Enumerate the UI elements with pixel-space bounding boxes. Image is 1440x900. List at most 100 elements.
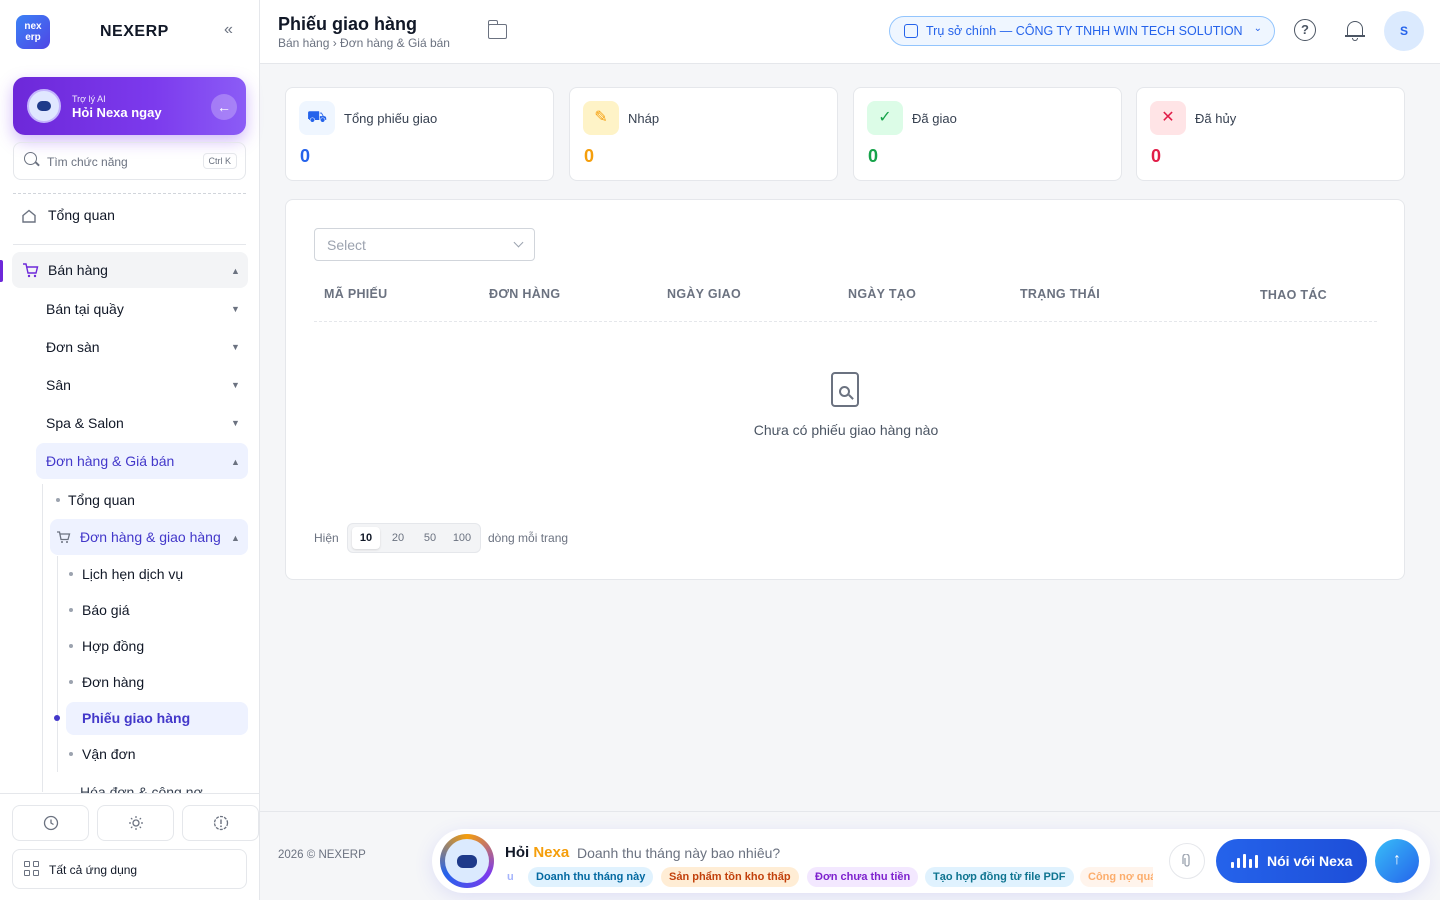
collapse-sidebar-icon[interactable]: « xyxy=(224,21,233,39)
sidebar-item-delivery-notes[interactable]: Phiếu giao hàng xyxy=(66,702,248,735)
suggestion-chip[interactable]: Đơn chưa thu tiền xyxy=(807,867,919,887)
alert-icon xyxy=(213,815,228,831)
check-circle-icon: ✓ xyxy=(867,101,903,135)
sidebar-item-label: Lịch hẹn dịch vụ xyxy=(82,566,184,582)
sidebar-item-label: Hóa đơn & công nợ xyxy=(80,784,203,793)
chevron-down-icon: ⌄ xyxy=(1253,23,1262,34)
chevron-down-icon xyxy=(513,237,524,248)
stat-label: Nháp xyxy=(628,111,660,126)
sidebar-item-appointments[interactable]: Lịch hẹn dịch vụ xyxy=(66,556,248,592)
suggestion-chip[interactable]: Doanh thu tháng này xyxy=(528,867,654,887)
footer: 2026 © NEXERP Hỏi Nexa Doanh thu tháng n… xyxy=(260,811,1440,900)
sidebar-item-sales[interactable]: Bán hàng ▲ xyxy=(12,252,248,288)
stat-card-draft: ✎ Nháp 0 xyxy=(569,87,838,181)
copyright: 2026 © NEXERP xyxy=(278,849,366,861)
bell-icon[interactable] xyxy=(1344,19,1366,41)
ask-nexa-title: Hỏi Nexa ngay xyxy=(72,105,162,120)
sidebar-item-label: Đơn hàng xyxy=(82,674,145,690)
all-apps-button[interactable]: Tất cả ứng dụng xyxy=(12,849,247,889)
suggestion-chips: u Doanh thu tháng này Sản phẩm tồn kho t… xyxy=(505,867,1153,887)
sidebar-item-orders[interactable]: Đơn hàng xyxy=(66,664,248,700)
sidebar-item-pos[interactable]: Bán tại quầy ▼ xyxy=(36,290,248,326)
sidebar-item-contracts[interactable]: Hợp đồng xyxy=(66,628,248,664)
truck-icon: ⛟ xyxy=(299,101,335,135)
nexa-robot-icon xyxy=(440,834,494,888)
brand-name: NEXERP xyxy=(100,23,169,40)
voice-nexa-button[interactable]: Nói với Nexa xyxy=(1216,839,1367,883)
nexerp-logo-icon[interactable]: nex erp xyxy=(16,15,50,49)
page-size-option[interactable]: 20 xyxy=(384,527,412,549)
sidebar-item-marketplace[interactable]: Đơn sàn ▼ xyxy=(36,328,248,364)
sidebar-item-label: Sân xyxy=(46,377,71,393)
page-size-selector: 10 20 50 100 xyxy=(347,523,481,553)
shortcut-badge: Ctrl K xyxy=(202,153,237,169)
sidebar-item-overview[interactable]: Tổng quan xyxy=(12,198,248,234)
status-filter-select[interactable]: Select xyxy=(314,228,535,261)
home-icon xyxy=(22,209,36,223)
ask-nexa-title: Hỏi Nexa xyxy=(505,844,570,861)
sidebar-item-label: Đơn sàn xyxy=(46,339,100,355)
suggestion-chip[interactable]: Công nợ quá hạn xyxy=(1080,867,1153,887)
sidebar-item-label: Đơn hàng & Giá bán xyxy=(46,453,175,469)
nexa-robot-icon xyxy=(27,89,61,123)
stat-value: 0 xyxy=(868,146,879,166)
cart-icon xyxy=(57,531,71,543)
sidebar-item-orders-pricing[interactable]: Đơn hàng & Giá bán ▲ xyxy=(36,443,248,479)
sidebar-item-orders-overview[interactable]: Tổng quan xyxy=(60,482,248,518)
page-size-option[interactable]: 50 xyxy=(416,527,444,549)
empty-state-text: Chưa có phiếu giao hàng nào xyxy=(753,422,939,438)
history-button[interactable] xyxy=(12,805,89,841)
sidebar-item-quotes[interactable]: Báo giá xyxy=(66,592,248,628)
avatar[interactable]: S xyxy=(1384,11,1424,51)
stat-value: 0 xyxy=(584,146,595,166)
sidebar-item-label: Hợp đồng xyxy=(82,638,145,654)
page-size-option[interactable]: 100 xyxy=(447,527,477,549)
page-size-option[interactable]: 10 xyxy=(352,527,380,549)
suggestion-chip[interactable]: Tạo hợp đồng từ file PDF xyxy=(925,867,1074,887)
column-header[interactable]: NGÀY TẠO xyxy=(848,287,916,301)
sidebar-item-court[interactable]: Sân ▼ xyxy=(36,366,248,402)
sidebar-item-label: Spa & Salon xyxy=(46,415,124,431)
ask-input[interactable]: Doanh thu tháng này bao nhiêu? xyxy=(577,845,780,861)
function-search-input[interactable]: Tìm chức năng Ctrl K xyxy=(13,142,246,180)
sidebar-item-orders-delivery[interactable]: Đơn hàng & giao hàng ▲ xyxy=(50,519,248,555)
ask-nexa-card[interactable]: Trợ lý AI Hỏi Nexa ngay ← xyxy=(13,77,246,135)
folder-icon[interactable] xyxy=(487,20,507,39)
suggestion-chip[interactable]: Sản phẩm tồn kho thấp xyxy=(661,867,799,887)
sidebar-item-label: Vận đơn xyxy=(82,746,136,762)
attach-icon[interactable] xyxy=(1169,843,1205,879)
stat-label: Đã hủy xyxy=(1195,111,1237,126)
file-search-icon xyxy=(831,372,859,407)
caret-down-icon: ▼ xyxy=(231,380,240,390)
all-apps-label: Tất cả ứng dụng xyxy=(49,863,138,877)
column-header[interactable]: MÃ PHIẾU xyxy=(324,287,388,301)
search-placeholder: Tìm chức năng xyxy=(47,155,128,169)
x-circle-icon: ✕ xyxy=(1150,101,1186,135)
caret-up-icon: ▲ xyxy=(231,266,240,276)
info-button[interactable] xyxy=(182,805,259,841)
select-placeholder: Select xyxy=(327,237,366,253)
send-button[interactable]: ↑ xyxy=(1375,839,1419,883)
theme-button[interactable] xyxy=(97,805,174,841)
page-size-prefix: Hiện xyxy=(314,531,339,545)
cart-icon xyxy=(23,263,39,278)
sidebar-item-waybills[interactable]: Vận đơn xyxy=(66,736,248,772)
sidebar-item-label: Tổng quan xyxy=(68,492,135,508)
branch-selector[interactable]: Trụ sở chính — CÔNG TY TNHH WIN TECH SOL… xyxy=(889,16,1275,46)
column-header: THAO TÁC xyxy=(1260,288,1327,302)
caret-down-icon: ▼ xyxy=(231,342,240,352)
column-header[interactable]: ĐƠN HÀNG xyxy=(489,287,560,301)
stat-label: Tổng phiếu giao xyxy=(344,111,438,126)
active-bullet xyxy=(54,715,60,721)
sidebar-item-invoices[interactable]: Hóa đơn & công nợ xyxy=(50,776,248,793)
sidebar-bottom: Tất cả ứng dụng xyxy=(0,793,259,900)
waveform-icon xyxy=(1231,854,1258,868)
help-icon[interactable]: ? xyxy=(1294,19,1316,41)
arrow-left-icon[interactable]: ← xyxy=(211,94,237,120)
ask-nexa-bar: Hỏi Nexa Doanh thu tháng này bao nhiêu? … xyxy=(432,829,1430,893)
divider xyxy=(13,244,246,245)
column-header[interactable]: NGÀY GIAO xyxy=(667,287,741,301)
suggestion-chip[interactable]: u xyxy=(505,867,522,887)
sidebar-item-spa[interactable]: Spa & Salon ▼ xyxy=(36,404,248,440)
column-header[interactable]: TRẠNG THÁI xyxy=(1020,287,1100,301)
